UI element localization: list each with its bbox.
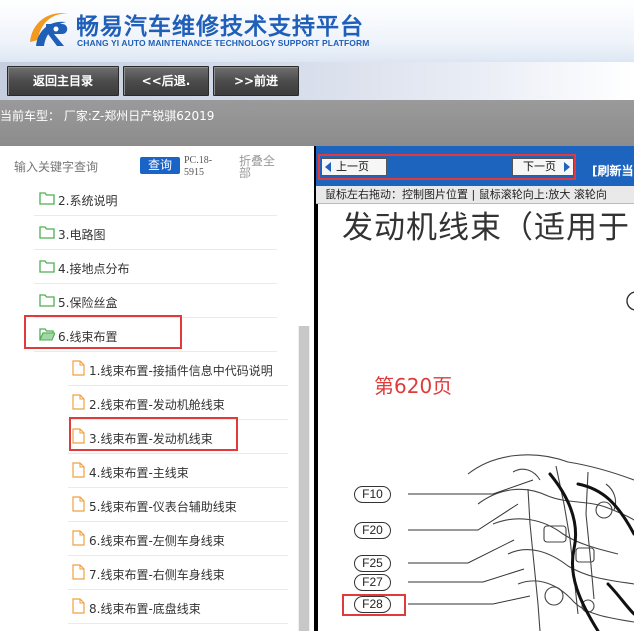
forward-button[interactable]: >>前进: [213, 66, 299, 96]
app-subtitle: CHANG YI AUTO MAINTENANCE TECHNOLOGY SUP…: [77, 38, 370, 48]
collapse-all-button[interactable]: 折叠全部: [239, 155, 279, 179]
tree-file-dash-aux-harness[interactable]: 5.线束布置-仪表台辅助线束: [68, 488, 288, 522]
folder-open-icon: [39, 328, 55, 341]
app-header: 畅易汽车维修技术支持平台 CHANG YI AUTO MAINTENANCE T…: [0, 0, 634, 62]
connector-label-f20: F20: [354, 522, 391, 539]
connector-label-f25: F25: [354, 555, 391, 572]
tree-file-engine-harness[interactable]: 3.线束布置-发动机线束: [68, 420, 288, 454]
car-info-bar: 当前车型： 厂家:Z-郑州日产锐骐62019: [0, 100, 634, 146]
page-nav-bar: 上一页 下一页 [刷新当: [316, 146, 634, 186]
tree-folder-harness-layout[interactable]: 6.线束布置: [34, 318, 277, 352]
tree-file-left-body-harness[interactable]: 6.线束布置-左侧车身线束: [68, 522, 288, 556]
next-page-label: 下一页: [523, 160, 556, 173]
tree-folder-label: 3.电路图: [58, 228, 106, 242]
tree-folder-circuit-diagram[interactable]: 3.电路图: [34, 216, 277, 250]
search-button[interactable]: 查询: [140, 157, 180, 174]
folder-icon: [39, 192, 55, 205]
tree-folder-label: 2.系统说明: [58, 194, 118, 208]
r-swoosh-logo-icon: [30, 13, 68, 46]
document-title: 发动机线束（适用于: [342, 210, 630, 246]
document-page[interactable]: 发动机线束（适用于 第620页 F10 F20 F25 F27 F28: [318, 204, 634, 631]
tree-folder-label: 6.线束布置: [58, 330, 118, 344]
app-title: 畅易汽车维修技术支持平台: [76, 14, 364, 40]
viewer-hint-bar: 鼠标左右拖动：控制图片位置 | 鼠标滚轮向上:放大 滚轮向: [316, 186, 634, 204]
folder-icon: [39, 260, 55, 273]
connector-label-f28: F28: [354, 596, 391, 613]
folder-icon: [39, 226, 55, 239]
file-icon: [72, 394, 85, 410]
back-button[interactable]: <<后退.: [123, 66, 209, 96]
prev-page-button[interactable]: 上一页: [321, 158, 387, 176]
file-icon: [72, 564, 85, 580]
file-icon: [72, 428, 85, 444]
scrollbar-thumb[interactable]: [299, 326, 309, 631]
folder-icon: [39, 294, 55, 307]
tree-file-main-harness[interactable]: 4.线束布置-主线束: [68, 454, 288, 488]
prev-page-label: 上一页: [336, 160, 369, 173]
refresh-link[interactable]: [刷新当: [592, 162, 634, 179]
file-icon: [72, 360, 85, 376]
tree-file-connector-codes[interactable]: 1.线束布置-接插件信息中代码说明: [68, 352, 288, 386]
search-input[interactable]: [14, 156, 134, 178]
tree-file-label: 1.线束布置-接插件信息中代码说明: [89, 364, 273, 378]
file-icon: [72, 598, 85, 614]
page-number-label: 第620页: [374, 374, 453, 398]
pc-code-label: PC.18-5915: [184, 155, 213, 178]
tree-folder-label: 5.保险丝盒: [58, 296, 118, 310]
file-icon: [72, 462, 85, 478]
tree-file-label: 3.线束布置-发动机线束: [89, 432, 213, 446]
tree-folder-fuse-box[interactable]: 5.保险丝盒: [34, 284, 277, 318]
search-row: 查询 PC.18-5915 折叠全部: [0, 146, 314, 190]
file-icon: [72, 530, 85, 546]
current-car-model: 当前车型： 厂家:Z-郑州日产锐骐62019: [0, 109, 215, 123]
main-toolbar: 返回主目录 <<后退. >>前进: [0, 62, 634, 100]
tree-file-engine-bay-harness[interactable]: 2.线束布置-发动机舱线束: [68, 386, 288, 420]
sidebar: 查询 PC.18-5915 折叠全部 2.系统说明 3.电路图 4.接地点分布 …: [0, 146, 314, 631]
tree-file-label: 4.线束布置-主线束: [89, 466, 189, 480]
connector-label-f27: F27: [354, 574, 391, 591]
directory-tree: 2.系统说明 3.电路图 4.接地点分布 5.保险丝盒 6.线束布置 1.线束布…: [0, 186, 298, 631]
tree-folder-system-description[interactable]: 2.系统说明: [34, 186, 277, 216]
file-icon: [72, 496, 85, 512]
sidebar-scrollbar[interactable]: [298, 326, 310, 631]
connector-label-f10: F10: [354, 486, 391, 503]
tree-file-label: 5.线束布置-仪表台辅助线束: [89, 500, 237, 514]
document-viewer: 上一页 下一页 [刷新当 鼠标左右拖动：控制图片位置 | 鼠标滚轮向上:放大 滚…: [314, 146, 634, 631]
tree-folder-label: 4.接地点分布: [58, 262, 130, 276]
tree-file-label: 6.线束布置-左侧车身线束: [89, 534, 225, 548]
tree-file-label: 8.线束布置-底盘线束: [89, 602, 201, 616]
tree-folder-ground-points[interactable]: 4.接地点分布: [34, 250, 277, 284]
next-page-button[interactable]: 下一页: [512, 158, 574, 176]
tree-file-chassis-harness[interactable]: 8.线束布置-底盘线束: [68, 590, 288, 624]
tree-file-right-body-harness[interactable]: 7.线束布置-右侧车身线束: [68, 556, 288, 590]
tree-file-label: 7.线束布置-右侧车身线束: [89, 568, 225, 582]
arrow-left-icon: [325, 162, 331, 172]
tree-file-label: 2.线束布置-发动机舱线束: [89, 398, 225, 412]
home-button[interactable]: 返回主目录: [7, 66, 119, 96]
arrow-right-icon: [564, 162, 570, 172]
